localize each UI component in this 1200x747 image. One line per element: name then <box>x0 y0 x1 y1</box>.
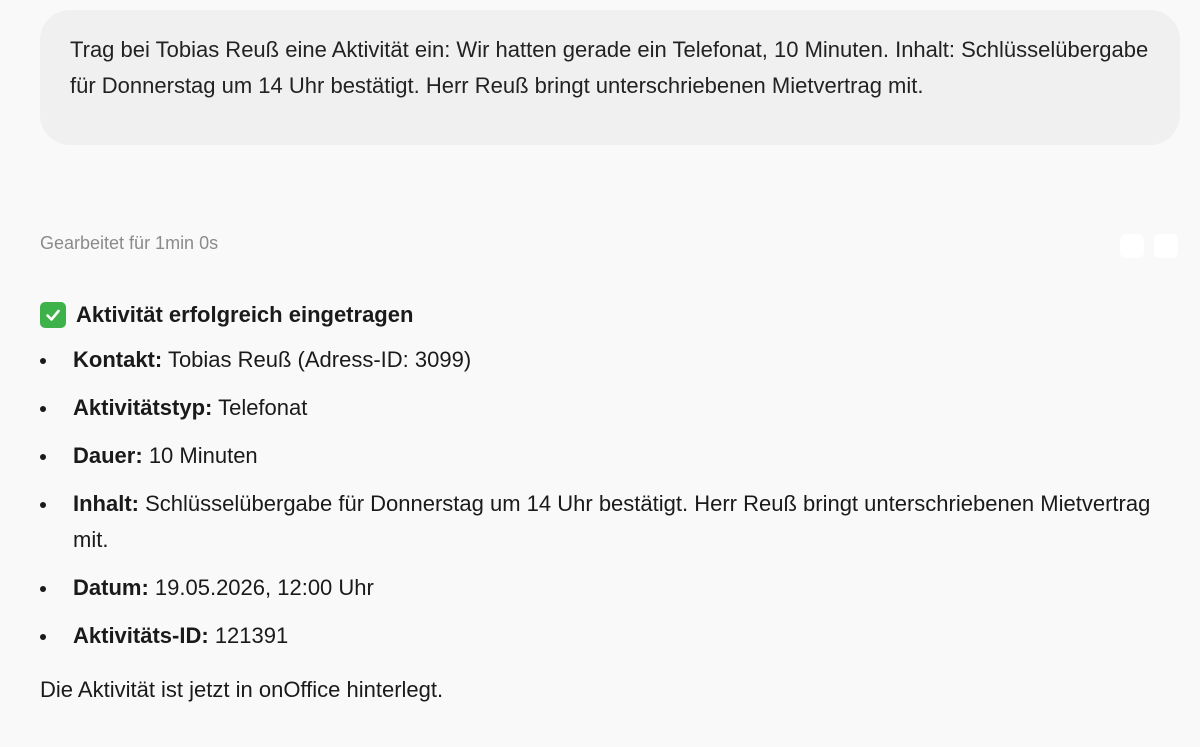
item-value: Telefonat <box>218 395 308 420</box>
item-value: Tobias Reuß (Adress-ID: 3099) <box>167 347 472 372</box>
item-label: Aktivitäts-ID: <box>73 623 209 648</box>
bullet <box>40 586 46 592</box>
copy-button[interactable] <box>1120 234 1144 258</box>
bullet <box>40 634 46 640</box>
assistant-response: Aktivität erfolgreich eingetragen Kontak… <box>40 296 1190 708</box>
response-heading: Aktivität erfolgreich eingetragen <box>40 296 1190 334</box>
user-message-text: Trag bei Tobias Reuß eine Aktivität ein:… <box>70 37 1149 98</box>
list-item-contact: Kontakt: Tobias Reuß (Adress-ID: 3099) <box>40 342 1190 378</box>
item-value: 121391 <box>214 623 289 648</box>
item-label: Kontakt: <box>73 347 163 372</box>
activity-details-list: Kontakt: Tobias Reuß (Adress-ID: 3099) A… <box>40 342 1190 654</box>
feedback-button[interactable] <box>1154 234 1178 258</box>
user-message-bubble: Trag bei Tobias Reuß eine Aktivität ein:… <box>40 10 1180 145</box>
worked-for-status[interactable]: Gearbeitet für 1min 0s <box>40 230 218 256</box>
item-label: Aktivitätstyp: <box>73 395 213 420</box>
list-item-activity-id: Aktivitäts-ID: 121391 <box>40 618 1190 654</box>
list-item-content: Inhalt: Schlüsselübergabe für Donnerstag… <box>40 486 1190 558</box>
item-value: 19.05.2026, 12:00 Uhr <box>154 575 374 600</box>
list-item-date: Datum: 19.05.2026, 12:00 Uhr <box>40 570 1190 606</box>
bullet <box>40 358 46 364</box>
item-value: 10 Minuten <box>148 443 258 468</box>
list-item-duration: Dauer: 10 Minuten <box>40 438 1190 474</box>
response-footer-text: Die Aktivität ist jetzt in onOffice hint… <box>40 677 444 702</box>
check-mark-icon <box>40 302 66 328</box>
item-value: Schlüsselübergabe für Donnerstag um 14 U… <box>73 491 1151 552</box>
bullet <box>40 406 46 412</box>
message-actions <box>1120 234 1178 258</box>
bullet <box>40 502 46 508</box>
item-label: Dauer: <box>73 443 143 468</box>
list-item-activity-type: Aktivitätstyp: Telefonat <box>40 390 1190 426</box>
bullet <box>40 454 46 460</box>
item-label: Datum: <box>73 575 149 600</box>
response-heading-text: Aktivität erfolgreich eingetragen <box>76 302 414 327</box>
item-label: Inhalt: <box>73 491 139 516</box>
